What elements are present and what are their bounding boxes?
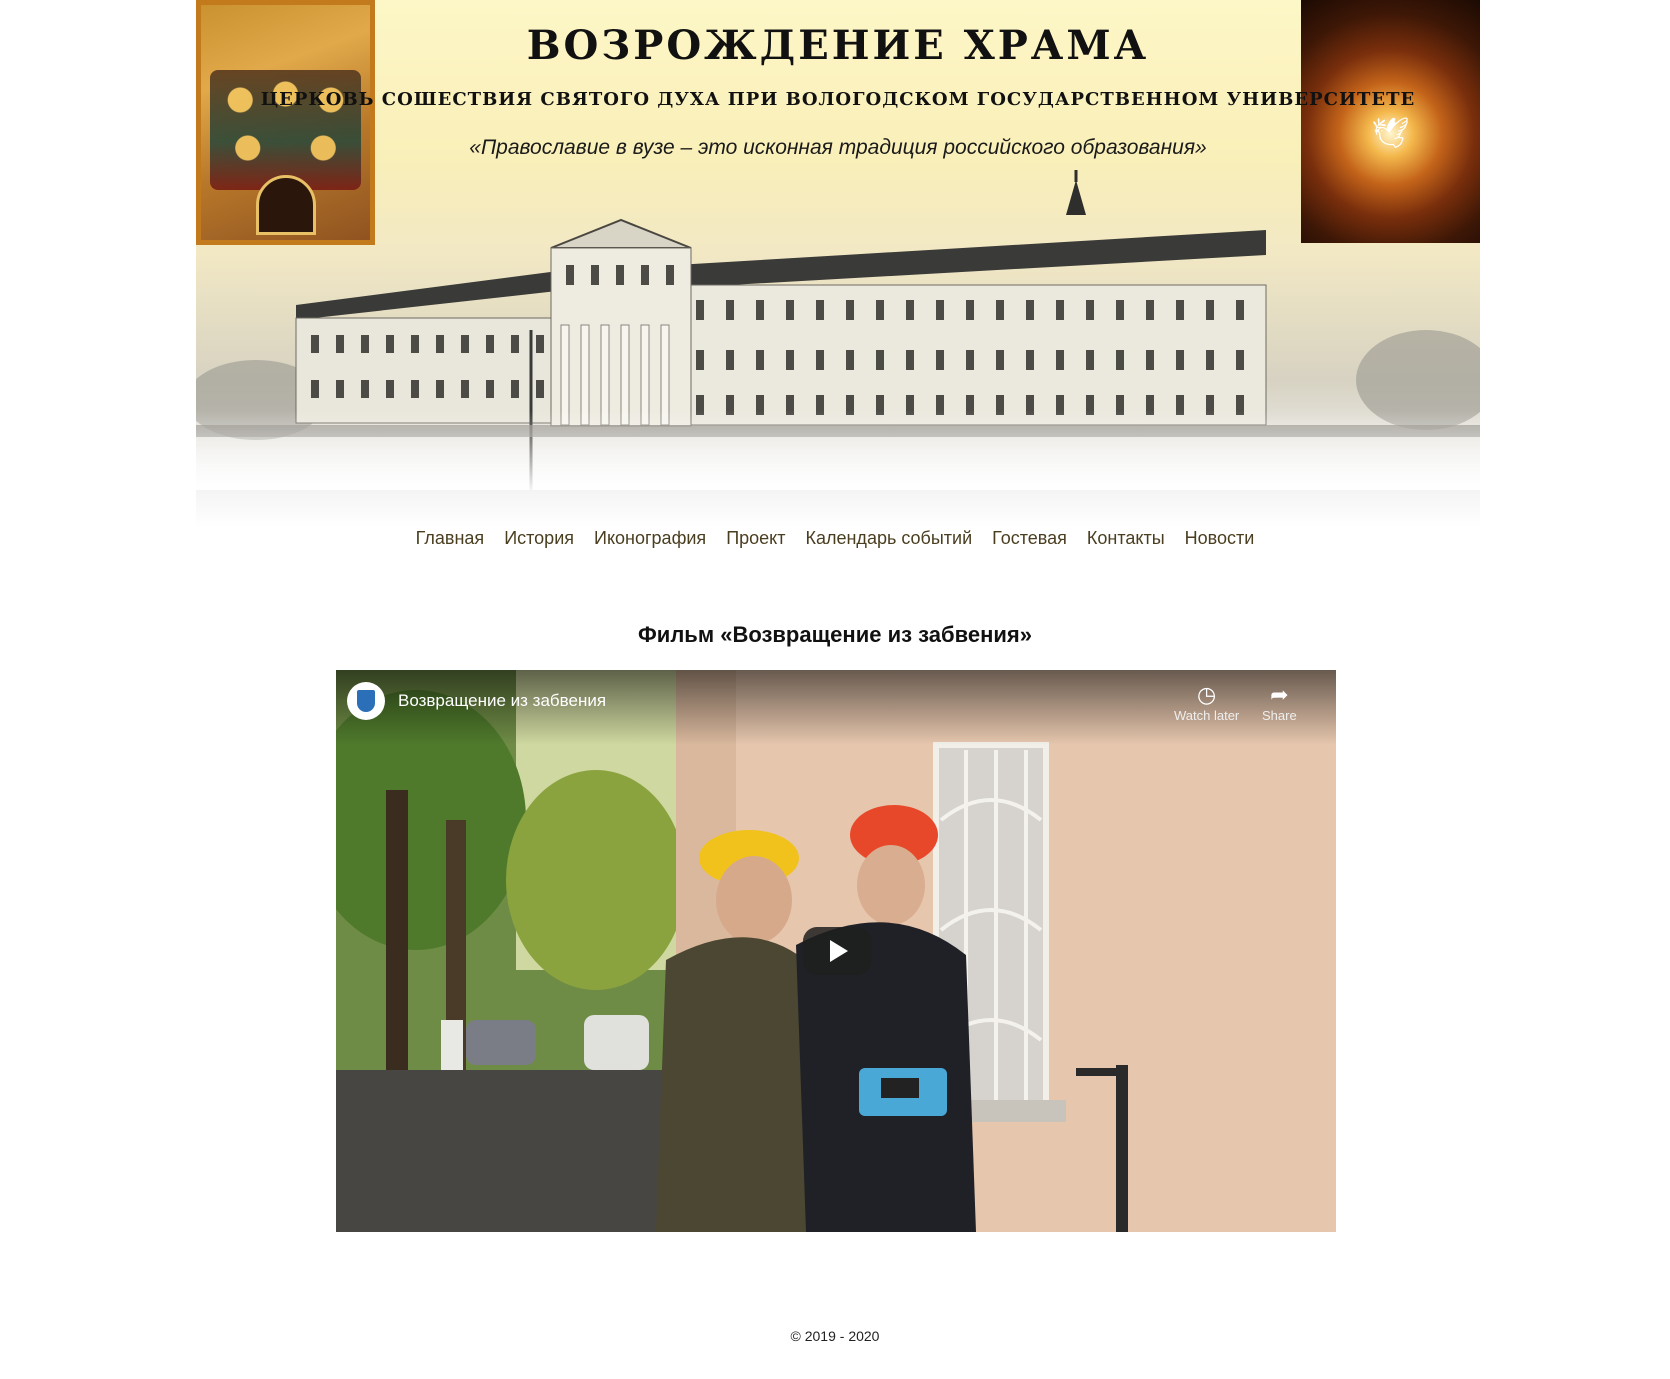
nav-link-home[interactable]: Главная	[416, 528, 485, 549]
clock-icon: ◷	[1197, 682, 1217, 707]
university-building-image	[196, 170, 1480, 490]
share-button[interactable]: ➦ Share	[1262, 682, 1297, 723]
nav-link-news[interactable]: Новости	[1185, 528, 1255, 549]
site-header: 🕊 ВОЗРОЖДЕНИЕ ХРАМА ЦЕРКОВЬ СОШЕСТВИЯ СВ…	[196, 0, 1480, 528]
nav-link-iconography[interactable]: Иконография	[594, 528, 706, 549]
shield-icon	[357, 690, 375, 712]
site-title: ВОЗРОЖДЕНИЕ ХРАМА	[526, 22, 1150, 69]
video-title-link[interactable]: Возвращение из забвения	[398, 691, 606, 711]
nav-link-guestbook[interactable]: Гостевая	[992, 528, 1067, 549]
nav-link-contacts[interactable]: Контакты	[1087, 528, 1165, 549]
nav-link-events-calendar[interactable]: Календарь событий	[805, 528, 972, 549]
site-subtitle: ЦЕРКОВЬ СОШЕСТВИЯ СВЯТОГО ДУХА ПРИ ВОЛОГ…	[260, 89, 1416, 110]
main-navigation: Главная История Иконография Проект Кален…	[0, 528, 1670, 549]
share-arrow-icon: ➦	[1270, 682, 1289, 707]
section-title: Фильм «Возвращение из забвения»	[638, 622, 1032, 647]
nav-link-history[interactable]: История	[504, 528, 574, 549]
play-button[interactable]	[803, 927, 871, 975]
play-icon	[830, 940, 848, 962]
site-motto: «Православие в вузе – это исконная тради…	[469, 136, 1207, 159]
watch-later-label: Watch later	[1174, 708, 1240, 723]
share-label: Share	[1262, 708, 1297, 723]
footer-copyright: © 2019 - 2020	[790, 1328, 880, 1344]
nav-link-project[interactable]: Проект	[726, 528, 785, 549]
watch-later-button[interactable]: ◷ Watch later	[1174, 682, 1239, 723]
youtube-video-embed[interactable]: Возвращение из забвения ◷ Watch later ➦ …	[336, 670, 1336, 1232]
channel-avatar[interactable]	[347, 682, 385, 720]
